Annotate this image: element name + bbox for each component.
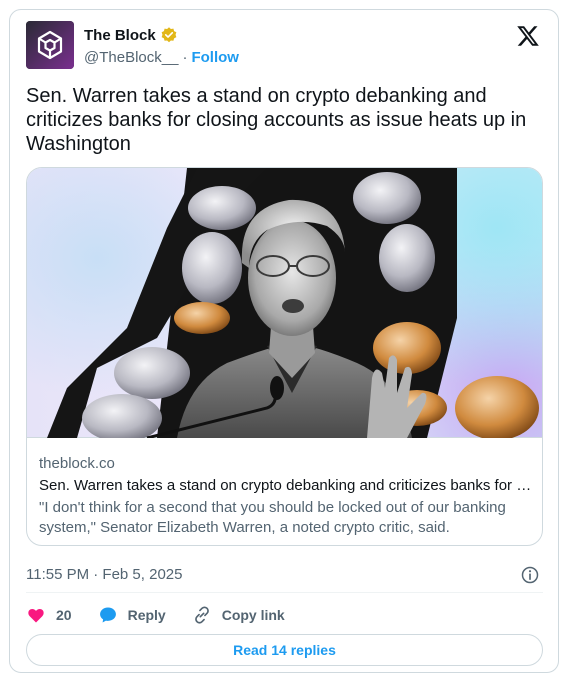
author-handle-row: @TheBlock__ · Follow: [84, 49, 239, 66]
like-button[interactable]: 20: [26, 605, 72, 625]
link-title[interactable]: Sen. Warren takes a stand on crypto deba…: [39, 476, 535, 496]
info-icon[interactable]: [520, 565, 540, 585]
link-icon: [194, 606, 209, 624]
avatar[interactable]: [26, 21, 74, 69]
separator-dot: ·: [182, 49, 188, 66]
reply-button[interactable]: Reply: [98, 605, 166, 625]
link-domain: theblock.co: [39, 455, 115, 472]
link-preview-card[interactable]: theblock.co Sen. Warren takes a stand on…: [26, 167, 543, 546]
link-preview-image[interactable]: [27, 168, 542, 438]
link-preview-meta: theblock.co Sen. Warren takes a stand on…: [39, 454, 535, 538]
like-count: 20: [56, 607, 72, 623]
speech-bubble-icon: [99, 607, 116, 623]
reply-label: Reply: [127, 607, 166, 623]
follow-button[interactable]: Follow: [191, 49, 239, 66]
author-name-row: The Block: [84, 26, 178, 44]
heart-icon: [28, 608, 44, 623]
tweet-text: Sen. Warren takes a stand on crypto deba…: [26, 85, 527, 155]
author-display-name[interactable]: The Block: [84, 27, 156, 44]
article-photo-illustration: [47, 168, 539, 438]
link-description: "I don't think for a second that you sho…: [39, 499, 506, 536]
copy-link-button[interactable]: Copy link: [192, 605, 285, 625]
verified-badge-icon: [161, 27, 177, 43]
embedded-tweet-card: The Block @TheBlock__ · Follow Sen. Warr…: [9, 9, 559, 673]
tweet-timestamp[interactable]: 11:55 PM · Feb 5, 2025: [26, 566, 182, 583]
divider: [26, 592, 543, 593]
author-handle[interactable]: @TheBlock__: [84, 49, 178, 66]
copy-link-label: Copy link: [221, 607, 285, 623]
tweet-actions: 20 Reply Copy link: [26, 603, 311, 627]
x-logo-icon[interactable]: [516, 24, 540, 48]
the-block-cube-logo: [26, 21, 74, 69]
read-replies-button[interactable]: Read 14 replies: [26, 634, 543, 666]
